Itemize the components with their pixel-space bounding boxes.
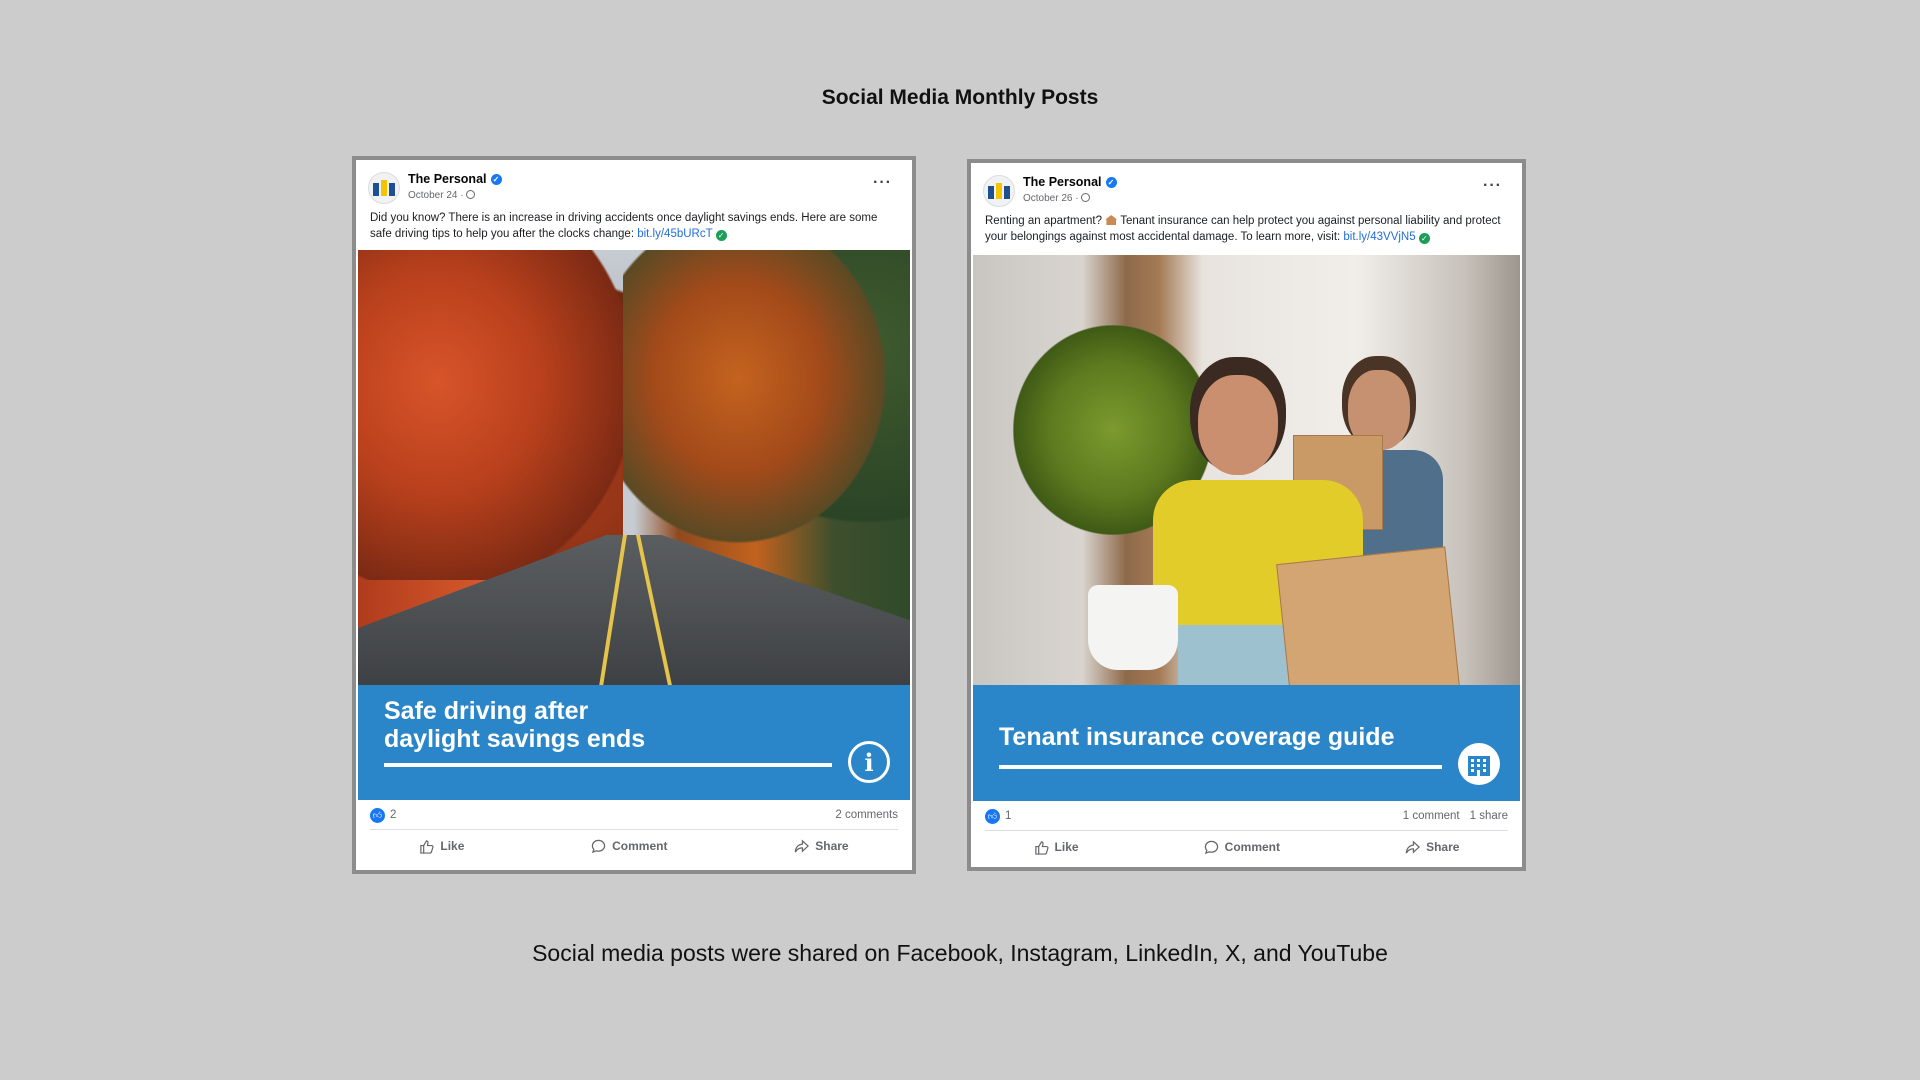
post-text: Renting an apartment? Tenant insurance c… [971, 213, 1522, 249]
reaction-count[interactable]: 2 [390, 809, 396, 821]
comment-button[interactable]: Comment [581, 839, 677, 854]
post-link[interactable]: bit.ly/43VVjN5 [1343, 231, 1415, 243]
like-button[interactable]: Like [409, 839, 474, 854]
share-button[interactable]: Share [784, 838, 858, 854]
post-date-text[interactable]: October 24 · [408, 190, 464, 201]
globe-icon [465, 190, 475, 199]
check-icon: ✓ [1418, 233, 1430, 244]
share-button[interactable]: Share [1395, 839, 1469, 855]
post-banner: Tenant insurance coverage guide [973, 685, 1520, 801]
post-banner: Safe driving after daylight savings ends… [358, 685, 910, 800]
page-avatar[interactable] [368, 172, 400, 204]
banner-title: Tenant insurance coverage guide [999, 723, 1395, 751]
post-text: Did you know? There is an increase in dr… [356, 210, 912, 246]
banner-divider [999, 765, 1442, 769]
post-image[interactable]: Tenant insurance coverage guide [973, 255, 1520, 801]
house-emoji-icon [1105, 215, 1118, 225]
the-personal-logo-icon [373, 180, 395, 196]
post-image[interactable]: Safe driving after daylight savings ends… [358, 250, 910, 800]
share-label[interactable]: Share [1426, 840, 1459, 854]
comment-label[interactable]: Comment [1225, 840, 1280, 854]
facebook-post-safe-driving: The Personal ✓ October 24 · ··· Did you k… [352, 156, 916, 874]
thumbs-up-icon [420, 839, 434, 854]
page-name[interactable]: The Personal ✓ [408, 172, 502, 186]
comment-button[interactable]: Comment [1194, 840, 1290, 855]
page-caption: Social media posts were shared on Facebo… [532, 940, 1388, 966]
share-icon [1405, 839, 1421, 854]
post-date-text[interactable]: October 26 · [1023, 193, 1079, 204]
like-label[interactable]: Like [440, 839, 464, 853]
banner-title: Safe driving after daylight savings ends [384, 697, 646, 753]
info-icon: i [848, 741, 890, 783]
like-label[interactable]: Like [1055, 840, 1079, 854]
post-date[interactable]: October 24 · [408, 190, 475, 201]
share-count[interactable]: 1 share [1470, 810, 1508, 822]
like-reaction-icon[interactable]: 👍︎ [985, 809, 1000, 824]
post-date[interactable]: October 26 · [1023, 193, 1090, 204]
globe-icon [1080, 193, 1090, 202]
more-options-icon[interactable]: ··· [873, 174, 892, 192]
post-stats: 👍︎ 2 2 comments [370, 800, 898, 830]
page-title: Social Media Monthly Posts [821, 86, 1099, 109]
the-personal-logo-icon [988, 183, 1010, 199]
post-header: The Personal ✓ October 26 · ··· [971, 163, 1522, 213]
thumbs-up-icon [1034, 840, 1049, 855]
like-button[interactable]: Like [1024, 840, 1089, 855]
building-icon [1458, 743, 1500, 785]
verified-badge-icon: ✓ [1105, 177, 1117, 188]
like-reaction-icon[interactable]: 👍︎ [370, 808, 385, 823]
page-avatar[interactable] [983, 175, 1015, 207]
post-stats: 👍︎ 1 1 comment 1 share [985, 801, 1508, 831]
post-body-intro: Renting an apartment? [985, 215, 1106, 227]
post-actions: Like Comment Share [356, 830, 912, 862]
comment-icon [1204, 840, 1218, 854]
comment-count[interactable]: 2 comments [835, 809, 898, 821]
post-header: The Personal ✓ October 24 · ··· [356, 160, 912, 210]
verified-badge-icon: ✓ [490, 174, 502, 185]
post-body-text: Did you know? There is an increase in dr… [370, 212, 878, 240]
comment-icon [591, 839, 606, 853]
share-label[interactable]: Share [815, 839, 848, 853]
page-name[interactable]: The Personal ✓ [1023, 175, 1117, 189]
facebook-post-tenant-insurance: The Personal ✓ October 26 · ··· Renting a… [967, 159, 1526, 871]
share-icon [795, 838, 810, 853]
comment-count[interactable]: 1 comment [1403, 810, 1460, 822]
page-name-text[interactable]: The Personal [1023, 175, 1102, 189]
autumn-road-photo [358, 250, 910, 690]
couple-moving-photo [973, 255, 1520, 704]
comment-label[interactable]: Comment [612, 839, 667, 853]
post-actions: Like Comment Share [971, 831, 1522, 863]
more-options-icon[interactable]: ··· [1483, 177, 1502, 195]
post-link[interactable]: bit.ly/45bURcT [637, 228, 712, 240]
page-name-text[interactable]: The Personal [408, 172, 487, 186]
banner-divider [384, 763, 832, 767]
reaction-count[interactable]: 1 [1005, 810, 1011, 822]
check-icon: ✓ [715, 230, 727, 241]
